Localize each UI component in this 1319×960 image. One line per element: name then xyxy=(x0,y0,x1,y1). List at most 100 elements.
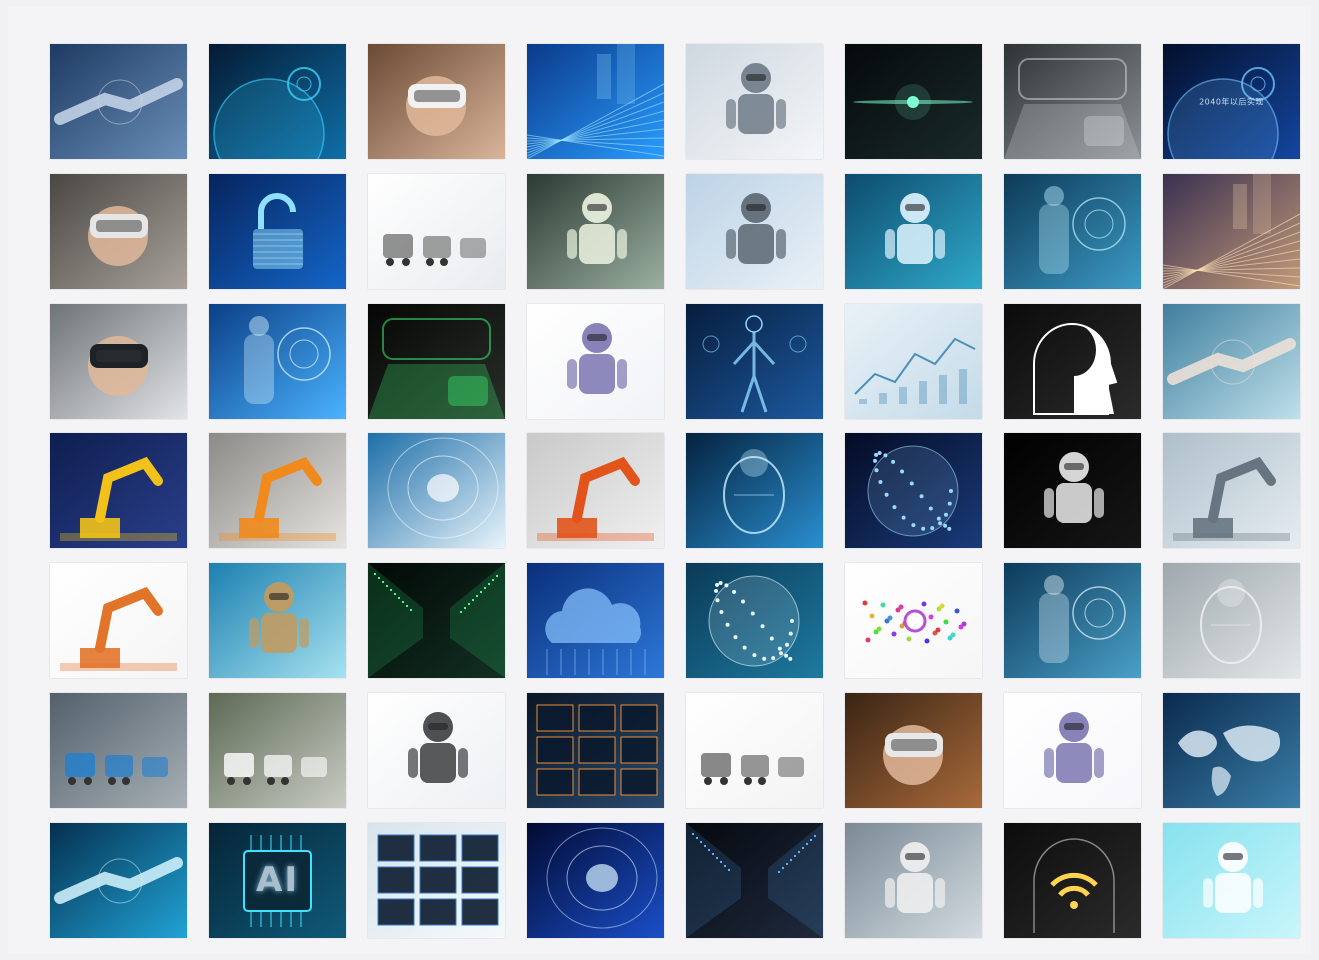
vr-headset-woman-tile xyxy=(368,44,505,159)
reclining-robot-tile xyxy=(1163,822,1300,938)
globe-hud-tile-image xyxy=(209,44,346,159)
reclining-robot-tile-image xyxy=(1163,822,1300,938)
small-toy-robot-tile-image xyxy=(1004,692,1141,808)
toy-robot-tile-image xyxy=(527,303,664,419)
touchscreen-man-tile-image xyxy=(1004,563,1141,679)
touching-hands-tile xyxy=(50,822,187,938)
data-tunnel-tile xyxy=(368,433,505,549)
small-toy-robot-tile xyxy=(1004,692,1141,808)
data-chart-tile xyxy=(845,303,982,419)
android-hud-tile xyxy=(845,173,982,289)
handshake-tile-image xyxy=(50,44,187,159)
yellow-robot-arm-tile xyxy=(50,433,187,549)
android-face-tile xyxy=(1163,563,1300,679)
world-map-tile xyxy=(1163,692,1300,808)
cloud-circuit-tile xyxy=(527,563,664,679)
surgical-robot-tile xyxy=(527,173,664,289)
yellow-robot-arm-tile-image xyxy=(50,433,187,549)
light-tunnel-tile xyxy=(527,822,664,938)
delivery-robots-tile-image xyxy=(368,173,505,289)
particle-sphere-tile xyxy=(686,563,823,679)
painting-robot-tile-image xyxy=(368,692,505,808)
robot-hand-keyboard-tile-image xyxy=(1163,433,1300,549)
lab-robot-tile-image xyxy=(686,44,823,159)
delivery-robots-tile xyxy=(368,173,505,289)
hologram-man-tile-image xyxy=(1004,173,1141,289)
light-tunnel-tile-image xyxy=(527,822,664,938)
image-collage-grid: 2040年以后实现 AI xyxy=(50,44,1300,938)
brain-profile-tile xyxy=(1004,303,1141,419)
data-tunnel-tile-image xyxy=(368,433,505,549)
data-center-person-tile-image xyxy=(686,822,823,938)
particle-sphere-tile-image xyxy=(686,563,823,679)
brain-profile-tile-image xyxy=(1004,303,1141,419)
robot-call-center-tile-image xyxy=(686,692,823,808)
robot-thinking-tile-image xyxy=(845,822,982,938)
orange-robot-arm-tile-image xyxy=(209,433,346,549)
ai-chip-tile-caption: AI xyxy=(256,860,299,901)
digital-head-tile xyxy=(686,433,823,549)
digital-city-tile-image xyxy=(527,44,664,159)
robot-arm-blue-tile xyxy=(209,303,346,419)
monitor-wall-tile-image xyxy=(527,692,664,808)
color-network-tile xyxy=(845,563,982,679)
server-corridor-tile-image xyxy=(368,563,505,679)
robot-call-center-tile xyxy=(686,692,823,808)
wifi-brain-tile-image xyxy=(1004,822,1141,938)
car-interior-tile xyxy=(1004,44,1141,159)
tablet-devices-tile xyxy=(368,822,505,938)
factory-arm-tile xyxy=(50,563,187,679)
vr-headset-woman-tile-image xyxy=(368,44,505,159)
violin-robot-tile-image xyxy=(1004,433,1141,549)
self-driving-hud-tile xyxy=(368,303,505,419)
space-flare-tile xyxy=(845,44,982,159)
car-interior-tile-image xyxy=(1004,44,1141,159)
surgical-robot-tile-image xyxy=(527,173,664,289)
globe-hud-tile xyxy=(209,44,346,159)
welding-robot-tile-image xyxy=(527,433,664,549)
painting-robot-tile xyxy=(368,692,505,808)
earth-night-tile-caption: 2040年以后实现 xyxy=(1199,97,1264,106)
tablet-devices-tile-image xyxy=(368,822,505,938)
digital-head-tile-image xyxy=(686,433,823,549)
city-traffic-tile-image xyxy=(1163,173,1300,289)
data-center-person-tile xyxy=(686,822,823,938)
robot-hand-keyboard-tile xyxy=(1163,433,1300,549)
lab-robot-tile xyxy=(686,44,823,159)
data-chart-tile-image xyxy=(845,303,982,419)
factory-arm-tile-image xyxy=(50,563,187,679)
robot-human-hands-tile-image xyxy=(1163,303,1300,419)
cloud-circuit-tile-image xyxy=(527,563,664,679)
white-robot-tile-image xyxy=(686,173,823,289)
wall-e-tile-image xyxy=(209,563,346,679)
welding-robot-tile xyxy=(527,433,664,549)
self-driving-hud-tile-image xyxy=(368,303,505,419)
vr-pointing-tile-image xyxy=(50,303,187,419)
space-flare-tile-image xyxy=(845,44,982,159)
world-map-tile-image xyxy=(1163,692,1300,808)
city-traffic-tile xyxy=(1163,173,1300,289)
digital-lock-tile-image xyxy=(209,173,346,289)
wall-e-tile xyxy=(209,563,346,679)
vr-audience-tile-image xyxy=(845,692,982,808)
robot-human-hands-tile xyxy=(1163,303,1300,419)
vr-user-tile-image xyxy=(50,173,187,289)
collage-background: 2040年以后实现 AI xyxy=(8,6,1311,954)
earth-night-tile: 2040年以后实现 xyxy=(1163,44,1300,159)
color-network-tile-image xyxy=(845,563,982,679)
vr-audience-tile xyxy=(845,692,982,808)
digital-lock-tile xyxy=(209,173,346,289)
wifi-brain-tile xyxy=(1004,822,1141,938)
toy-robot-tile xyxy=(527,303,664,419)
warehouse-robots-tile xyxy=(50,692,187,808)
violin-robot-tile xyxy=(1004,433,1141,549)
android-face-tile-image xyxy=(1163,563,1300,679)
neural-sphere-tile xyxy=(845,433,982,549)
hologram-man-tile xyxy=(1004,173,1141,289)
robot-arm-blue-tile-image xyxy=(209,303,346,419)
hologram-body-tile xyxy=(686,303,823,419)
orange-robot-arm-tile xyxy=(209,433,346,549)
vr-pointing-tile xyxy=(50,303,187,419)
android-hud-tile-image xyxy=(845,173,982,289)
server-corridor-tile xyxy=(368,563,505,679)
